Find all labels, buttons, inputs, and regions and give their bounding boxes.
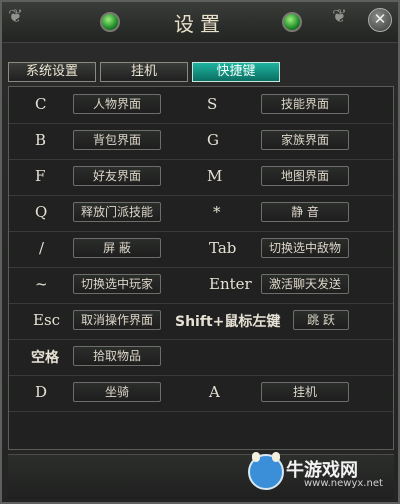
hotkey-panel: C 人物界面 S 技能界面 B 背包界面 G 家族界面 F 好友界面 M 地图界… [8, 86, 394, 450]
hotkey-action-button[interactable]: 静 音 [261, 202, 349, 222]
hotkey-action-button[interactable]: 屏 蔽 [73, 238, 161, 258]
hotkey-key: F [35, 167, 46, 185]
hotkey-row: Esc 取消操作界面 Shift+鼠标左键 跳 跃 [9, 303, 393, 340]
hotkey-row: / 屏 蔽 Tab 切换选中敌物 [9, 231, 393, 268]
hotkey-action-button[interactable]: 释放门派技能 [73, 202, 161, 222]
hotkey-key: / [39, 239, 45, 257]
hotkey-action-button[interactable]: 切换选中玩家 [73, 274, 161, 294]
green-orb-icon [282, 12, 302, 32]
hotkey-row: D 坐骑 A 挂机 [9, 375, 393, 412]
hotkey-action-button[interactable]: 背包界面 [73, 130, 161, 150]
hotkey-key: Enter [209, 275, 252, 293]
hotkey-action-button[interactable]: 地图界面 [261, 166, 349, 186]
hotkey-action-button[interactable]: 坐骑 [73, 382, 161, 402]
hotkey-row: C 人物界面 S 技能界面 [9, 87, 393, 124]
title-bar[interactable]: ❦ 设置 ❦ ✕ [2, 2, 398, 43]
hotkey-row: ~ 切换选中玩家 Enter 激活聊天发送 [9, 267, 393, 304]
hotkey-key: A [209, 383, 220, 401]
hotkey-key: * [213, 203, 221, 221]
watermark-url: www.newyx.net [304, 478, 383, 489]
hotkey-key: Esc [33, 311, 61, 329]
hotkey-key: M [207, 167, 223, 185]
horn-icon [252, 452, 260, 462]
hotkey-key: B [35, 131, 47, 149]
hotkey-key: D [35, 383, 48, 401]
hotkey-action-button[interactable]: 挂机 [261, 382, 349, 402]
bull-logo-icon [248, 452, 284, 490]
hotkey-action-button[interactable]: 拾取物品 [73, 346, 161, 366]
hotkey-action-button[interactable]: 技能界面 [261, 94, 349, 114]
hotkey-row: B 背包界面 G 家族界面 [9, 123, 393, 160]
hotkey-key: Tab [209, 239, 237, 257]
tab-hotkeys[interactable]: 快捷键 [192, 62, 280, 82]
hotkey-action-button[interactable]: 家族界面 [261, 130, 349, 150]
hotkey-row: Q 释放门派技能 * 静 音 [9, 195, 393, 232]
hotkey-action-button[interactable]: 切换选中敌物 [261, 238, 349, 258]
tab-auto-hunt[interactable]: 挂机 [100, 62, 188, 82]
hotkey-action-button[interactable]: 人物界面 [73, 94, 161, 114]
hotkey-key: ~ [35, 275, 48, 293]
hotkey-key: Q [35, 203, 48, 221]
hotkey-key: 空格 [31, 350, 59, 366]
site-watermark: 牛游戏网 www.newyx.net [248, 452, 388, 492]
hotkey-action-button[interactable]: 激活聊天发送 [261, 274, 349, 294]
close-icon: ✕ [373, 10, 387, 28]
tab-system-settings[interactable]: 系统设置 [8, 62, 96, 82]
hotkey-action-button[interactable]: 取消操作界面 [73, 310, 161, 330]
hotkey-action-button[interactable]: 好友界面 [73, 166, 161, 186]
hotkey-key: Shift+鼠标左键 [175, 314, 281, 330]
hotkey-row: 空格 拾取物品 [9, 339, 393, 376]
right-ornament-icon: ❦ [332, 6, 348, 27]
hotkey-key: S [207, 95, 218, 113]
hotkey-key: C [35, 95, 47, 113]
settings-window: ❦ 设置 ❦ ✕ 系统设置 挂机 快捷键 C 人物界面 S 技能界面 B 背包界… [0, 0, 400, 504]
close-button[interactable]: ✕ [368, 8, 392, 32]
hotkey-row: F 好友界面 M 地图界面 [9, 159, 393, 196]
hotkey-action-button[interactable]: 跳 跃 [293, 310, 349, 330]
horn-icon [272, 452, 280, 462]
hotkey-key: G [207, 131, 219, 149]
